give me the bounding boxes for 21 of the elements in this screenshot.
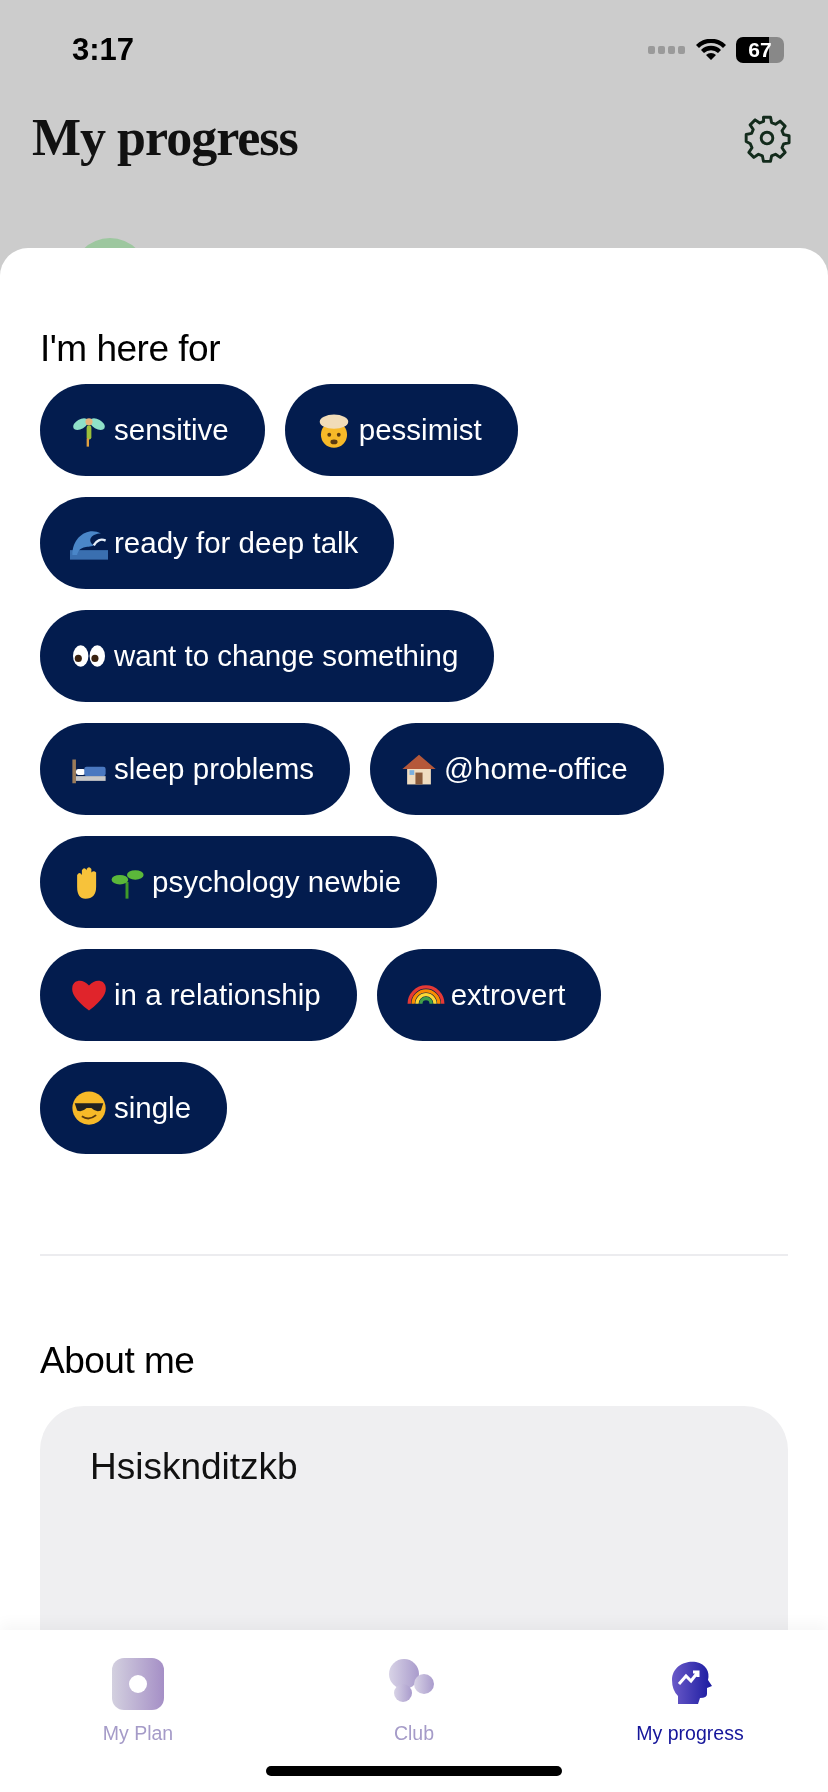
status-time: 3:17 xyxy=(72,32,135,68)
section-title: I'm here for xyxy=(40,328,221,370)
page-title: My progress xyxy=(32,108,298,167)
wifi-icon xyxy=(696,39,726,61)
interest-tag: ready for deep talk xyxy=(40,497,395,589)
interest-tag: single xyxy=(40,1062,228,1154)
section-title: About me xyxy=(40,1340,196,1382)
interest-tag: extrovert xyxy=(376,949,602,1041)
sunglasses-face-icon xyxy=(70,1089,108,1127)
interest-tag: sensitive xyxy=(40,384,265,476)
battery-indicator: 67 xyxy=(736,37,784,63)
rainbow-icon xyxy=(406,985,445,1005)
about-text-field[interactable]: Hsisknditzkb xyxy=(40,1406,788,1630)
interest-tag: sleep problems xyxy=(40,723,351,815)
interest-tag: want to change something xyxy=(40,610,495,702)
signal-icon xyxy=(648,45,686,55)
interest-tag: @home-office xyxy=(370,723,664,815)
interest-tag: psychology newbie xyxy=(40,836,438,928)
interest-tag: pessimist xyxy=(284,384,518,476)
tab-item[interactable]: My progress xyxy=(552,1630,828,1792)
interest-tag: in a relationship xyxy=(40,949,357,1041)
